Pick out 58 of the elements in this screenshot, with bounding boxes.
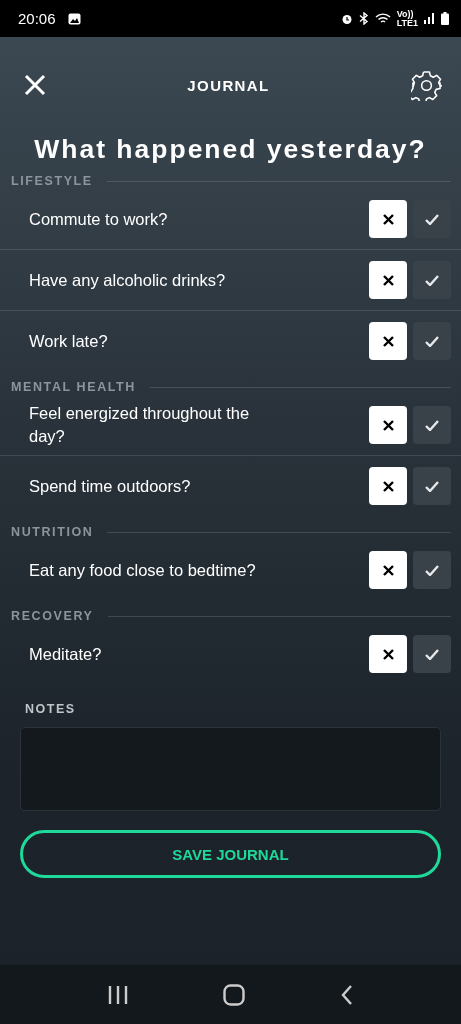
yes-button[interactable]: [413, 261, 451, 299]
close-icon: [382, 564, 394, 576]
no-button[interactable]: [369, 406, 407, 444]
close-icon: [382, 274, 394, 286]
close-icon[interactable]: [24, 74, 46, 96]
no-button[interactable]: [369, 322, 407, 360]
question-text: Feel energized throughout the day?: [29, 403, 251, 447]
yes-button[interactable]: [413, 635, 451, 673]
question-text: Eat any food close to bedtime?: [29, 559, 257, 581]
section-title: LIFESTYLE: [11, 174, 93, 188]
network-label: Vo)): [396, 9, 414, 19]
check-icon: [425, 648, 439, 660]
yes-button[interactable]: [413, 551, 451, 589]
no-button[interactable]: [369, 261, 407, 299]
clock-time: 20:06: [18, 10, 56, 27]
no-button[interactable]: [369, 551, 407, 589]
screen-title: JOURNAL: [187, 76, 270, 94]
image-icon: [67, 12, 81, 25]
section-title: NUTRITION: [11, 525, 94, 539]
check-icon: [425, 564, 439, 576]
close-icon: [382, 480, 394, 492]
no-button[interactable]: [369, 200, 407, 238]
question-text: Meditate?: [29, 643, 103, 665]
check-icon: [425, 335, 439, 347]
check-icon: [425, 480, 439, 492]
yes-button[interactable]: [413, 322, 451, 360]
recent-apps-icon[interactable]: [107, 985, 128, 1004]
check-icon: [425, 274, 439, 286]
check-icon: [425, 213, 439, 225]
alarm-icon: [340, 12, 353, 25]
question-text: Work late?: [29, 330, 109, 352]
question-text: Commute to work?: [29, 208, 169, 230]
question-text: Spend time outdoors?: [29, 475, 192, 497]
section-title: MENTAL HEALTH: [11, 380, 136, 394]
battery-icon: [441, 12, 449, 25]
no-button[interactable]: [369, 467, 407, 505]
wifi-icon: [374, 12, 391, 25]
notes-field[interactable]: [20, 727, 441, 811]
yes-button[interactable]: [413, 467, 451, 505]
yes-button[interactable]: [413, 406, 451, 444]
page-heading: What happened yesterday?: [33, 133, 428, 165]
notes-label: NOTES: [25, 702, 77, 718]
close-icon: [382, 419, 394, 431]
bluetooth-icon: [358, 12, 369, 25]
settings-icon[interactable]: [411, 69, 442, 101]
signal-icon: [424, 13, 435, 24]
save-journal-button[interactable]: SAVE JOURNAL: [20, 830, 441, 878]
yes-button[interactable]: [413, 200, 451, 238]
no-button[interactable]: [369, 635, 407, 673]
section-title: RECOVERY: [11, 609, 94, 623]
close-icon: [382, 213, 394, 225]
back-icon[interactable]: [341, 984, 354, 1005]
network-label: LTE1: [396, 18, 418, 28]
question-text: Have any alcoholic drinks?: [29, 269, 227, 291]
home-icon[interactable]: [223, 983, 246, 1006]
close-icon: [382, 648, 394, 660]
check-icon: [425, 419, 439, 431]
close-icon: [382, 335, 394, 347]
